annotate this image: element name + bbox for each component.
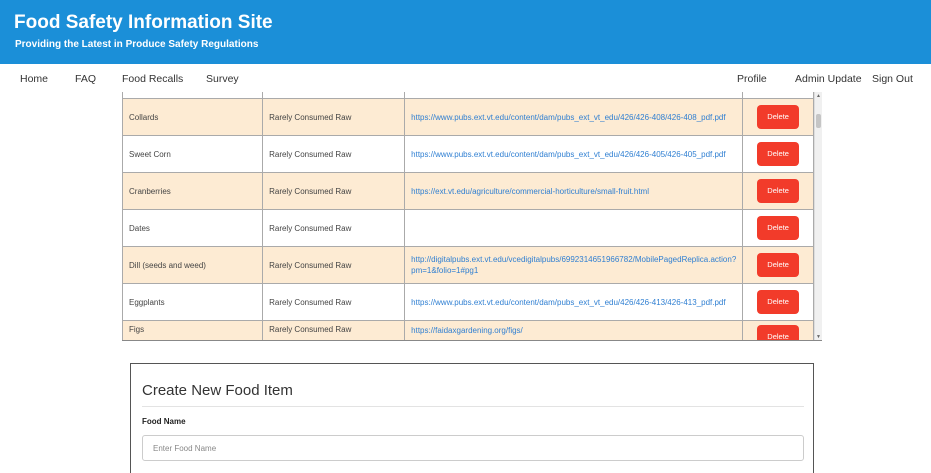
delete-button[interactable]: Delete [757,253,800,277]
food-url-cell[interactable] [404,209,744,247]
table-row: Cranberries Rarely Consumed Raw https://… [122,172,814,210]
nav-profile[interactable]: Profile [737,73,767,85]
delete-button[interactable]: Delete [757,142,800,166]
food-url-cell[interactable]: https://www.pubs.ext.vt.edu/content/dam/… [404,283,744,321]
create-food-item-form: Create New Food Item Food Name [130,363,814,473]
table-row: Collards Rarely Consumed Raw https://www… [122,98,814,136]
table-row: Figs Rarely Consumed Raw https://faidaxg… [122,320,814,340]
food-name-label: Food Name [142,417,186,426]
food-name-cell: Sweet Corn [122,135,264,173]
nav-bar: Home FAQ Food Recalls Survey Profile Adm… [0,64,931,92]
food-category-cell: Rarely Consumed Raw [262,283,406,321]
food-url-cell[interactable]: https://ext.vt.edu/agriculture/commercia… [404,172,744,210]
food-name-cell: Collards [122,98,264,136]
scrollbar-thumb[interactable] [816,114,821,128]
food-url-cell[interactable]: https://faidaxgardening.org/figs/ [404,320,744,340]
nav-survey[interactable]: Survey [206,73,239,85]
food-name-cell: Cranberries [122,172,264,210]
food-name-cell: Dates [122,209,264,247]
table-row: Eggplants Rarely Consumed Raw https://ww… [122,283,814,321]
scroll-down-arrow-icon[interactable]: ▼ [816,334,821,340]
food-name-input[interactable] [142,435,804,461]
nav-food-recalls[interactable]: Food Recalls [122,73,183,85]
food-category-cell: Rarely Consumed Raw [262,98,406,136]
nav-faq[interactable]: FAQ [75,73,96,85]
site-title: Food Safety Information Site [14,12,273,33]
form-title: Create New Food Item [142,382,293,399]
delete-button[interactable]: Delete [757,290,800,314]
table-scrollbar[interactable]: ▲ ▼ [814,92,822,340]
nav-home[interactable]: Home [20,73,48,85]
delete-button[interactable]: Delete [757,105,800,129]
table-row: Dates Rarely Consumed Raw Delete [122,209,814,247]
food-name-cell: Eggplants [122,283,264,321]
food-table: Delete Collards Rarely Consumed Raw http… [122,92,814,340]
site-header: Food Safety Information Site Providing t… [0,0,931,64]
nav-admin-update[interactable]: Admin Update [795,73,862,85]
table-row: Sweet Corn Rarely Consumed Raw https://w… [122,135,814,173]
food-category-cell: Rarely Consumed Raw [262,209,406,247]
scroll-up-arrow-icon[interactable]: ▲ [816,93,821,99]
food-name-cell: Dill (seeds and weed) [122,246,264,284]
food-table-container[interactable]: Delete Collards Rarely Consumed Raw http… [122,92,822,341]
delete-button[interactable]: Delete [757,216,800,240]
form-divider [142,406,804,407]
site-subtitle: Providing the Latest in Produce Safety R… [15,39,259,50]
table-row: Dill (seeds and weed) Rarely Consumed Ra… [122,246,814,284]
food-url-cell[interactable]: http://digitalpubs.ext.vt.edu/vcedigital… [404,246,744,284]
food-category-cell: Rarely Consumed Raw [262,320,406,340]
food-url-cell[interactable]: https://www.pubs.ext.vt.edu/content/dam/… [404,135,744,173]
delete-button[interactable]: Delete [757,179,800,203]
food-url-cell[interactable]: https://www.pubs.ext.vt.edu/content/dam/… [404,98,744,136]
food-category-cell: Rarely Consumed Raw [262,135,406,173]
delete-button[interactable]: Delete [757,325,800,340]
food-category-cell: Rarely Consumed Raw [262,246,406,284]
food-category-cell: Rarely Consumed Raw [262,172,406,210]
food-name-cell: Figs [122,320,264,340]
nav-sign-out[interactable]: Sign Out [872,73,913,85]
